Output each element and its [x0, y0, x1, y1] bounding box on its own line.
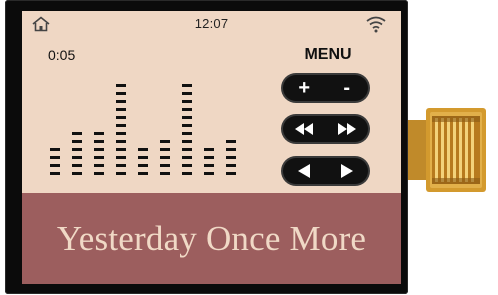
now-playing-band: Yesterday Once More	[22, 193, 401, 284]
song-title: Yesterday Once More	[56, 218, 367, 258]
equalizer-segment	[72, 140, 82, 143]
equalizer-segment	[160, 140, 170, 143]
equalizer-segment	[226, 164, 236, 167]
equalizer-segment	[226, 156, 236, 159]
equalizer-segment	[182, 140, 192, 143]
equalizer-segment	[138, 172, 148, 175]
equalizer-segment	[226, 172, 236, 175]
equalizer-segment	[72, 156, 82, 159]
equalizer-segment	[226, 140, 236, 143]
fast-forward-button[interactable]	[328, 117, 366, 141]
equalizer-segment	[116, 148, 126, 151]
elapsed-time: 0:05	[48, 47, 76, 63]
equalizer-segment	[182, 148, 192, 151]
equalizer-segment	[72, 164, 82, 167]
equalizer-segment	[160, 156, 170, 159]
equalizer-segment	[160, 172, 170, 175]
equalizer-bar	[182, 79, 192, 175]
equalizer-bar	[204, 143, 214, 175]
lcd-module: 12:07 0:05 MENU + - Yesterday Once More	[5, 0, 408, 294]
rewind-icon	[295, 123, 314, 135]
status-time: 12:07	[194, 16, 229, 31]
status-bar: 12:07	[22, 11, 401, 37]
equalizer-segment	[94, 140, 104, 143]
fast-forward-icon	[337, 123, 356, 135]
equalizer-segment	[116, 164, 126, 167]
equalizer-segment	[204, 156, 214, 159]
equalizer-segment	[182, 100, 192, 103]
volume-up-button[interactable]: +	[285, 76, 323, 100]
equalizer-segment	[50, 156, 60, 159]
equalizer-segment	[182, 164, 192, 167]
equalizer-segment	[160, 148, 170, 151]
equalizer-segment	[116, 132, 126, 135]
equalizer-segment	[182, 172, 192, 175]
equalizer-segment	[138, 164, 148, 167]
volume-control: + -	[283, 75, 368, 101]
equalizer-segment	[138, 148, 148, 151]
track-control	[283, 158, 368, 184]
equalizer-segment	[182, 108, 192, 111]
equalizer-segment	[204, 148, 214, 151]
equalizer-visualizer	[50, 71, 250, 175]
equalizer-segment	[116, 140, 126, 143]
equalizer-segment	[72, 132, 82, 135]
seek-control	[283, 116, 368, 142]
equalizer-segment	[182, 132, 192, 135]
equalizer-segment	[94, 156, 104, 159]
display-screen: 12:07 0:05 MENU + - Yesterday Once More	[22, 11, 401, 284]
equalizer-segment	[72, 148, 82, 151]
equalizer-bar	[160, 135, 170, 175]
wifi-icon	[366, 16, 386, 33]
equalizer-segment	[182, 156, 192, 159]
equalizer-bar	[226, 135, 236, 175]
equalizer-segment	[50, 172, 60, 175]
equalizer-segment	[116, 108, 126, 111]
fpc-connector	[408, 108, 486, 192]
equalizer-segment	[138, 156, 148, 159]
equalizer-segment	[160, 164, 170, 167]
equalizer-segment	[182, 92, 192, 95]
equalizer-segment	[116, 116, 126, 119]
previous-icon	[298, 164, 311, 178]
equalizer-bar	[72, 127, 82, 175]
equalizer-segment	[72, 172, 82, 175]
equalizer-bar	[94, 127, 104, 175]
equalizer-segment	[226, 148, 236, 151]
menu-label: MENU	[304, 46, 352, 63]
equalizer-segment	[94, 132, 104, 135]
equalizer-segment	[182, 124, 192, 127]
equalizer-segment	[50, 148, 60, 151]
equalizer-segment	[204, 164, 214, 167]
equalizer-bar	[138, 143, 148, 175]
volume-down-button[interactable]: -	[328, 76, 366, 100]
next-icon	[340, 164, 353, 178]
next-button[interactable]	[328, 159, 366, 183]
equalizer-segment	[50, 164, 60, 167]
equalizer-bar	[50, 143, 60, 175]
equalizer-segment	[116, 156, 126, 159]
equalizer-segment	[94, 172, 104, 175]
equalizer-segment	[94, 148, 104, 151]
equalizer-segment	[204, 172, 214, 175]
previous-button[interactable]	[285, 159, 323, 183]
equalizer-segment	[116, 84, 126, 87]
equalizer-bar	[116, 79, 126, 175]
equalizer-segment	[182, 84, 192, 87]
equalizer-segment	[116, 172, 126, 175]
equalizer-segment	[116, 100, 126, 103]
equalizer-segment	[116, 124, 126, 127]
equalizer-segment	[182, 116, 192, 119]
equalizer-segment	[94, 164, 104, 167]
equalizer-segment	[116, 92, 126, 95]
rewind-button[interactable]	[285, 117, 323, 141]
